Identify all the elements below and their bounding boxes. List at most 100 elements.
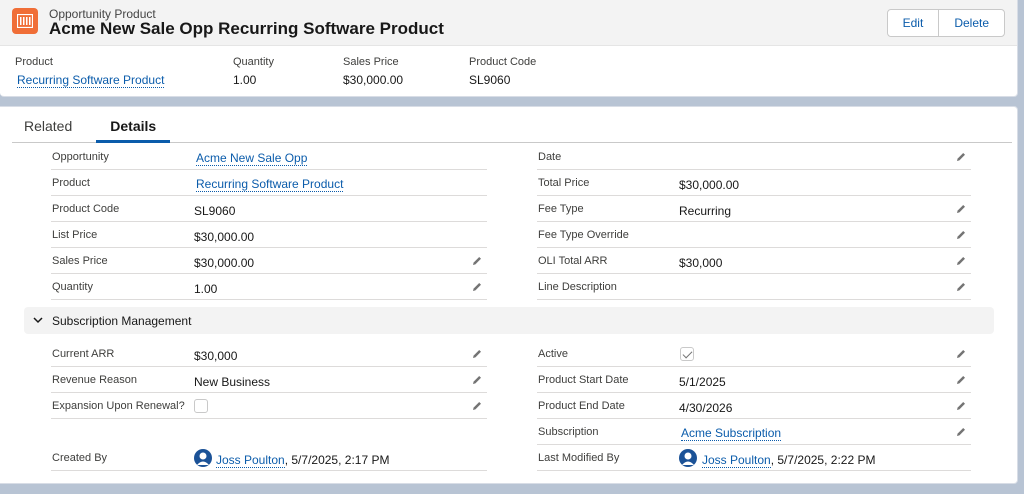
field-opportunity: Opportunity Acme New Sale Opp bbox=[51, 144, 487, 170]
created-by-date: , 5/7/2025, 2:17 PM bbox=[284, 453, 390, 467]
field-label: Created By bbox=[52, 452, 108, 464]
field-product-end-date: Product End Date 4/30/2026 bbox=[537, 393, 971, 419]
field-label: List Price bbox=[52, 229, 98, 241]
field-sales-price: Sales Price $30,000.00 bbox=[51, 248, 487, 274]
field-subscription: Subscription Acme Subscription bbox=[537, 419, 971, 445]
highlight-product-code: Product Code SL9060 bbox=[469, 56, 536, 87]
modified-by-user-link[interactable]: Joss Poulton bbox=[702, 453, 771, 468]
field-product: Product Recurring Software Product bbox=[51, 170, 487, 196]
highlight-label: Sales Price bbox=[343, 56, 399, 68]
pencil-icon[interactable] bbox=[955, 151, 967, 163]
delete-button[interactable]: Delete bbox=[938, 10, 1004, 36]
pencil-icon[interactable] bbox=[955, 255, 967, 267]
field-label: OLI Total ARR bbox=[538, 255, 608, 267]
field-label: Line Description bbox=[538, 281, 617, 293]
pencil-icon[interactable] bbox=[471, 348, 483, 360]
highlight-value: SL9060 bbox=[469, 73, 511, 87]
field-label: Sales Price bbox=[52, 255, 108, 267]
pencil-icon[interactable] bbox=[955, 374, 967, 386]
field-label: Fee Type Override bbox=[538, 229, 629, 241]
field-value: 1.00 bbox=[194, 282, 218, 296]
field-oli-total-arr: OLI Total ARR $30,000 bbox=[537, 248, 971, 274]
field-total-price: Total Price $30,000.00 bbox=[537, 170, 971, 196]
tab-bar: Related Details bbox=[12, 112, 1012, 143]
field-value: 5/1/2025 bbox=[679, 375, 726, 389]
pencil-icon[interactable] bbox=[955, 400, 967, 412]
section-subscription-management[interactable]: Subscription Management bbox=[24, 307, 994, 334]
pencil-icon[interactable] bbox=[955, 426, 967, 438]
details-card: Related Details Opportunity Acme New Sal… bbox=[0, 106, 1018, 484]
field-value: $30,000.00 bbox=[194, 230, 255, 244]
active-checkbox bbox=[680, 347, 694, 361]
highlight-quantity: Quantity 1.00 bbox=[233, 56, 274, 87]
field-label: Revenue Reason bbox=[52, 374, 138, 386]
field-product-start-date: Product Start Date 5/1/2025 bbox=[537, 367, 971, 393]
field-label: Total Price bbox=[538, 177, 590, 189]
highlight-value: $30,000.00 bbox=[343, 73, 404, 87]
field-value: $30,000.00 bbox=[679, 178, 740, 192]
tab-details[interactable]: Details bbox=[96, 112, 171, 143]
highlight-value: 1.00 bbox=[233, 73, 257, 87]
field-label: Quantity bbox=[52, 281, 93, 293]
product-link[interactable]: Recurring Software Product bbox=[17, 73, 165, 88]
field-revenue-reason: Revenue Reason New Business bbox=[51, 367, 487, 393]
field-value: New Business bbox=[194, 375, 271, 389]
field-value: $30,000 bbox=[194, 349, 238, 363]
pencil-icon[interactable] bbox=[471, 400, 483, 412]
expansion-checkbox bbox=[194, 399, 208, 413]
field-label: Date bbox=[538, 151, 562, 163]
section-title: Subscription Management bbox=[52, 314, 192, 328]
field-fee-type-override: Fee Type Override bbox=[537, 222, 971, 248]
field-value: Recurring bbox=[679, 204, 732, 218]
field-label: Current ARR bbox=[52, 348, 115, 360]
highlights-panel: Product Recurring Software Product Quant… bbox=[0, 56, 1017, 92]
pencil-icon[interactable] bbox=[471, 255, 483, 267]
field-label: Expansion Upon Renewal? bbox=[52, 400, 185, 412]
record-header: Opportunity Product Acme New Sale Opp Re… bbox=[0, 0, 1018, 97]
record-title: Acme New Sale Opp Recurring Software Pro… bbox=[49, 19, 444, 38]
field-value: 4/30/2026 bbox=[679, 401, 733, 415]
field-value: $30,000 bbox=[679, 256, 723, 270]
pencil-icon[interactable] bbox=[955, 281, 967, 293]
avatar bbox=[679, 449, 697, 467]
highlight-product: Product Recurring Software Product bbox=[15, 56, 165, 88]
field-label: Fee Type bbox=[538, 203, 584, 215]
field-list-price: List Price $30,000.00 bbox=[51, 222, 487, 248]
field-value: SL9060 bbox=[194, 204, 236, 218]
field-expansion-upon-renewal: Expansion Upon Renewal? bbox=[51, 393, 487, 419]
field-label: Product Code bbox=[52, 203, 120, 215]
created-by-user-link[interactable]: Joss Poulton bbox=[216, 453, 285, 468]
pencil-icon[interactable] bbox=[471, 374, 483, 386]
highlight-sales-price: Sales Price $30,000.00 bbox=[343, 56, 403, 87]
tab-related[interactable]: Related bbox=[12, 112, 84, 143]
pencil-icon[interactable] bbox=[955, 203, 967, 215]
field-last-modified-by: Last Modified By Joss Poulton, 5/7/2025,… bbox=[537, 445, 971, 471]
product-icon bbox=[12, 8, 38, 34]
chevron-down-icon bbox=[33, 317, 43, 324]
modified-by-date: , 5/7/2025, 2:22 PM bbox=[770, 453, 876, 467]
highlight-label: Quantity bbox=[233, 56, 274, 68]
field-value: $30,000.00 bbox=[194, 256, 255, 270]
avatar bbox=[194, 449, 212, 467]
opportunity-link[interactable]: Acme New Sale Opp bbox=[196, 152, 308, 166]
highlight-label: Product bbox=[15, 56, 53, 68]
field-label: Active bbox=[538, 348, 568, 360]
pencil-icon[interactable] bbox=[955, 348, 967, 360]
field-label: Subscription bbox=[538, 426, 599, 438]
field-label: Product Start Date bbox=[538, 374, 629, 386]
highlight-label: Product Code bbox=[469, 56, 537, 68]
field-date: Date bbox=[537, 144, 971, 170]
header-actions: Edit Delete bbox=[886, 9, 1005, 37]
field-fee-type: Fee Type Recurring bbox=[537, 196, 971, 222]
field-quantity: Quantity 1.00 bbox=[51, 274, 487, 300]
field-label: Opportunity bbox=[52, 151, 109, 163]
field-created-by: Created By Joss Poulton, 5/7/2025, 2:17 … bbox=[51, 445, 487, 471]
field-label: Product End Date bbox=[538, 400, 625, 412]
field-active: Active bbox=[537, 341, 971, 367]
edit-button[interactable]: Edit bbox=[887, 10, 939, 36]
pencil-icon[interactable] bbox=[955, 229, 967, 241]
field-label: Product bbox=[52, 177, 90, 189]
subscription-link[interactable]: Acme Subscription bbox=[681, 427, 782, 441]
product-link[interactable]: Recurring Software Product bbox=[196, 178, 344, 192]
pencil-icon[interactable] bbox=[471, 281, 483, 293]
